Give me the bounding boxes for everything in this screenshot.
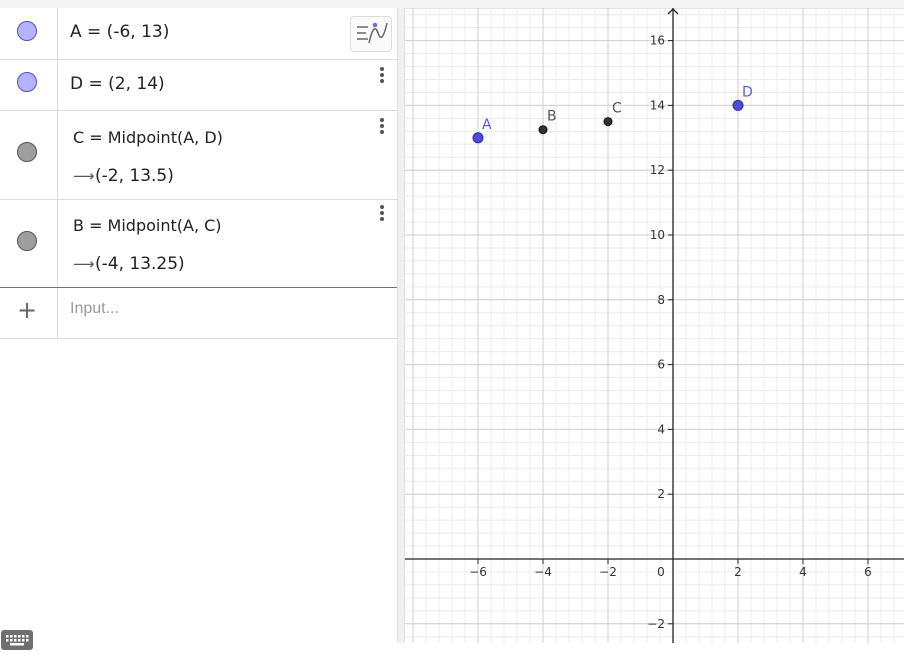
algebra-row-D[interactable]: D = (2, 14)	[0, 59, 397, 111]
definition-C[interactable]: C = Midpoint(A, D)	[73, 128, 223, 147]
x-tick-label: 4	[799, 565, 807, 579]
x-tick-label: −4	[534, 565, 552, 579]
view-splitter[interactable]	[397, 8, 405, 643]
algebra-input[interactable]	[70, 300, 370, 318]
definition-D[interactable]: D = (2, 14)	[70, 74, 165, 94]
visibility-marble-B[interactable]	[17, 231, 37, 251]
y-tick-label: 12	[650, 163, 665, 177]
input-row[interactable]: +	[0, 288, 397, 339]
more-vertical-icon[interactable]	[376, 67, 388, 87]
point-label-D[interactable]: D	[742, 84, 753, 100]
y-tick-label: 2	[657, 487, 665, 501]
y-tick-label: 6	[657, 358, 665, 372]
x-tick-label: −6	[469, 565, 487, 579]
point-label-C[interactable]: C	[612, 101, 622, 117]
point-A[interactable]	[472, 132, 484, 144]
marble-column: +	[0, 288, 58, 338]
definition-A[interactable]: A = (-6, 13)	[70, 22, 169, 42]
point-label-A[interactable]: A	[482, 117, 492, 133]
value-B: ⟶(-4, 13.25)	[73, 254, 185, 274]
graphics-canvas[interactable]: −6 −4 −2 0 2 4 6 −2 2 4 6 8 10 12 14 16 A B C D	[405, 8, 904, 643]
y-tick-label: 4	[657, 422, 665, 436]
visibility-marble-C[interactable]	[17, 142, 37, 162]
x-tick-label: −2	[599, 565, 617, 579]
algebra-view: A = (-6, 13) D = (2, 14) C = Midpoint(A,…	[0, 8, 397, 650]
y-tick-label: 16	[650, 34, 665, 48]
marble-column	[0, 8, 58, 59]
point-label-B[interactable]: B	[547, 109, 557, 125]
x-tick-label: 2	[734, 565, 742, 579]
arrow-right-icon: ⟶	[73, 167, 95, 185]
point-B[interactable]	[538, 125, 548, 135]
graphing-style-icon[interactable]	[350, 16, 392, 52]
value-C: ⟶(-2, 13.5)	[73, 166, 174, 186]
value-B-text: (-4, 13.25)	[95, 254, 185, 274]
marble-column	[0, 59, 58, 110]
visibility-marble-A[interactable]	[17, 21, 37, 41]
algebra-row-B[interactable]: B = Midpoint(A, C) ⟶(-4, 13.25)	[0, 199, 397, 288]
point-C[interactable]	[603, 117, 613, 127]
y-tick-label: −2	[647, 617, 665, 631]
more-vertical-icon[interactable]	[376, 205, 388, 225]
plus-icon[interactable]: +	[17, 298, 37, 322]
y-tick-label: 10	[650, 228, 665, 242]
keyboard-icon[interactable]	[1, 630, 33, 650]
graphics-view[interactable]: −6 −4 −2 0 2 4 6 −2 2 4 6 8 10 12 14 16 A B C D	[405, 8, 904, 643]
visibility-marble-D[interactable]	[17, 72, 37, 92]
points[interactable]: A B C D	[472, 84, 753, 144]
value-C-text: (-2, 13.5)	[95, 166, 174, 186]
y-tick-label: 14	[650, 98, 665, 112]
more-vertical-icon[interactable]	[376, 118, 388, 138]
point-D[interactable]	[732, 99, 744, 111]
definition-B[interactable]: B = Midpoint(A, C)	[73, 216, 222, 235]
algebra-row-C[interactable]: C = Midpoint(A, D) ⟶(-2, 13.5)	[0, 110, 397, 200]
marble-column	[0, 199, 58, 287]
arrow-right-icon: ⟶	[73, 255, 95, 273]
y-tick-label: 8	[657, 293, 665, 307]
algebra-row-A[interactable]: A = (-6, 13)	[0, 8, 397, 60]
x-tick-label: 0	[657, 565, 665, 579]
x-tick-label: 6	[864, 565, 872, 579]
marble-column	[0, 110, 58, 199]
